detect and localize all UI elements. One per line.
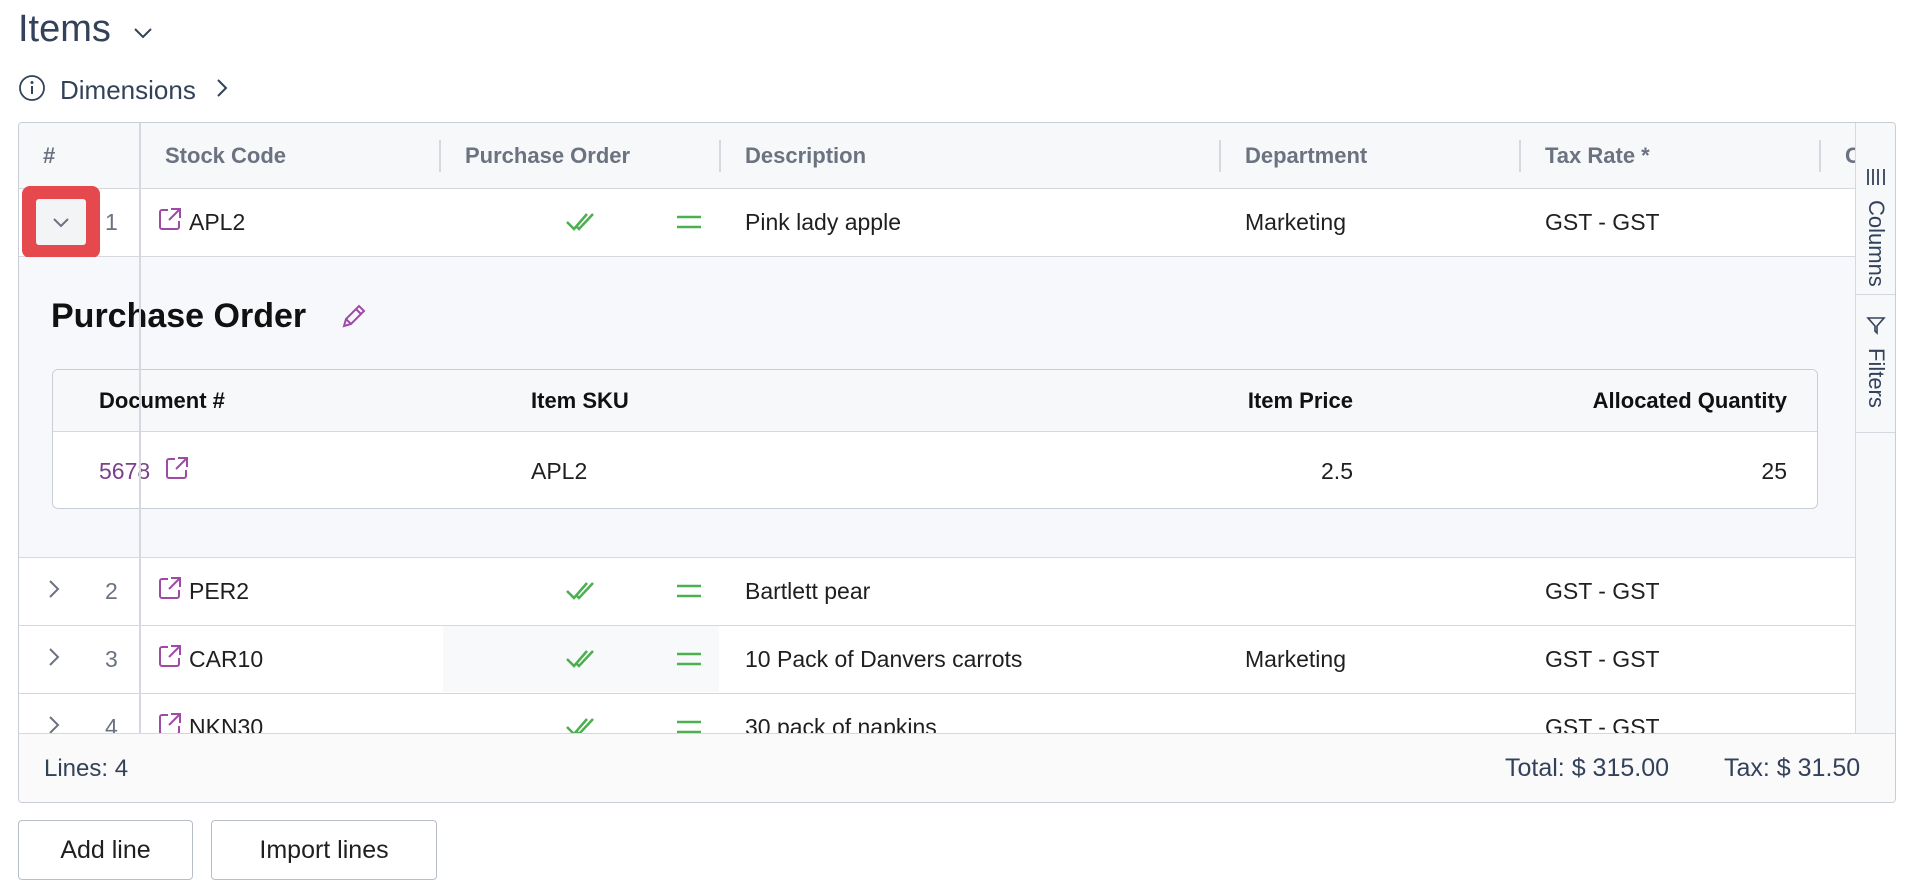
equals-icon[interactable] <box>675 558 703 624</box>
table-row[interactable]: 3 CAR10 10 Pack of Danvers carrots Marke… <box>19 626 1855 694</box>
grid-header: # Stock Code Purchase Order Description … <box>19 123 1855 189</box>
table-row[interactable]: 1 APL2 Pink lady apple Marketing GST - G… <box>19 186 1855 258</box>
row-number: 2 <box>105 577 118 604</box>
col-header-item-sku[interactable]: Item SKU <box>531 370 629 432</box>
col-header-partial[interactable]: C <box>1845 123 1855 189</box>
description-cell[interactable]: 30 pack of napkins <box>745 694 937 734</box>
chevron-down-icon <box>36 199 86 245</box>
external-link-icon[interactable] <box>157 206 183 238</box>
chevron-right-icon[interactable] <box>47 578 61 605</box>
pinned-column-divider <box>139 123 141 733</box>
import-lines-button[interactable]: Import lines <box>211 820 437 880</box>
row-number: 3 <box>105 645 118 672</box>
col-header-purchase-order[interactable]: Purchase Order <box>465 123 630 189</box>
department-cell[interactable]: Marketing <box>1245 189 1346 255</box>
column-separator[interactable] <box>1519 140 1521 172</box>
double-check-icon <box>565 189 597 255</box>
detail-title: Purchase Order <box>51 297 307 335</box>
equals-icon[interactable] <box>675 626 703 692</box>
col-header-num[interactable]: # <box>43 123 55 189</box>
double-check-icon <box>565 694 597 733</box>
stock-code-cell[interactable]: APL2 <box>157 189 245 255</box>
column-separator[interactable] <box>1219 140 1221 172</box>
item-price-cell: 2.5 <box>1321 457 1353 484</box>
stock-code-cell[interactable]: PER2 <box>157 558 249 624</box>
tax-rate-cell[interactable]: GST - GST <box>1545 189 1660 255</box>
column-separator[interactable] <box>1819 140 1821 172</box>
add-line-button[interactable]: Add line <box>18 820 193 880</box>
col-header-document[interactable]: Document # <box>99 370 225 432</box>
filters-tab[interactable]: Filters <box>1856 299 1895 433</box>
tax-rate-cell[interactable]: GST - GST <box>1545 694 1660 734</box>
description-cell[interactable]: Pink lady apple <box>745 189 901 255</box>
page-title: Items <box>18 8 111 50</box>
stock-code-cell[interactable]: NKN30 <box>157 694 263 733</box>
pencil-icon[interactable] <box>339 301 369 336</box>
columns-label: Columns <box>1864 200 1889 287</box>
columns-tab[interactable]: Columns <box>1856 157 1895 295</box>
col-header-allocated-quantity[interactable]: Allocated Quantity <box>1453 370 1787 432</box>
external-link-icon[interactable] <box>164 455 190 487</box>
row-number: 4 <box>105 713 118 734</box>
col-header-description[interactable]: Description <box>745 123 866 189</box>
purchase-order-table: Document # Item SKU Item Price Allocated… <box>52 369 1818 509</box>
chevron-right-icon[interactable] <box>47 714 61 733</box>
col-header-item-price[interactable]: Item Price <box>1013 370 1353 432</box>
external-link-icon[interactable] <box>157 643 183 675</box>
filter-icon <box>1866 315 1886 340</box>
dimensions-toggle[interactable]: Dimensions <box>18 74 228 107</box>
external-link-icon[interactable] <box>157 711 183 733</box>
stock-code-text: NKN30 <box>189 713 264 734</box>
stock-code-text: CAR10 <box>189 645 264 672</box>
column-separator[interactable] <box>719 140 721 172</box>
sub-table-header: Document # Item SKU Item Price Allocated… <box>53 370 1817 432</box>
grid-footer: Lines: 4 Total: $ 315.00 Tax: $ 31.50 <box>19 733 1895 802</box>
col-header-tax-rate[interactable]: Tax Rate * <box>1545 123 1650 189</box>
col-header-stock-code[interactable]: Stock Code <box>165 123 286 189</box>
tax-amount: Tax: $ 31.50 <box>1724 754 1861 782</box>
department-cell[interactable]: Marketing <box>1245 626 1346 692</box>
stock-code-cell[interactable]: CAR10 <box>157 626 263 692</box>
chevron-down-icon[interactable] <box>133 26 153 44</box>
row-collapse-button[interactable] <box>22 186 100 258</box>
table-row[interactable]: 2 PER2 Bartlett pear GST - GST <box>19 558 1855 626</box>
grid-body: # Stock Code Purchase Order Description … <box>19 123 1855 733</box>
total-amount: Total: $ 315.00 <box>1505 754 1670 782</box>
equals-icon[interactable] <box>675 694 703 733</box>
info-icon <box>18 74 46 107</box>
columns-icon <box>1865 167 1887 192</box>
equals-icon[interactable] <box>675 189 703 255</box>
row-number: 1 <box>105 208 118 235</box>
description-cell[interactable]: Bartlett pear <box>745 558 870 624</box>
items-grid: # Stock Code Purchase Order Description … <box>18 122 1896 803</box>
dimensions-label: Dimensions <box>60 75 196 105</box>
column-separator[interactable] <box>439 140 441 172</box>
chevron-right-icon[interactable] <box>47 646 61 673</box>
double-check-icon <box>565 558 597 624</box>
col-header-department[interactable]: Department <box>1245 123 1367 189</box>
tax-rate-cell[interactable]: GST - GST <box>1545 558 1660 624</box>
table-row[interactable]: 4 NKN30 30 pack of napkins GST - GST <box>19 694 1855 733</box>
items-header: Items <box>18 8 153 51</box>
document-link[interactable]: 5678 <box>99 458 150 485</box>
external-link-icon[interactable] <box>157 575 183 607</box>
purchase-order-detail: Purchase Order Document # Item SKU Item … <box>19 257 1855 558</box>
side-panel: Columns Filters <box>1855 123 1895 733</box>
lines-count: Lines: 4 <box>44 754 129 782</box>
tax-rate-cell[interactable]: GST - GST <box>1545 626 1660 692</box>
item-sku-cell: APL2 <box>531 457 588 484</box>
stock-code-text: APL2 <box>189 208 246 235</box>
document-link-cell[interactable]: 5678 <box>99 432 190 508</box>
description-cell[interactable]: 10 Pack of Danvers carrots <box>745 626 1022 692</box>
stock-code-text: PER2 <box>189 577 250 604</box>
allocated-quantity-cell: 25 <box>1761 457 1787 484</box>
chevron-right-icon <box>216 78 228 103</box>
filters-label: Filters <box>1864 348 1889 408</box>
